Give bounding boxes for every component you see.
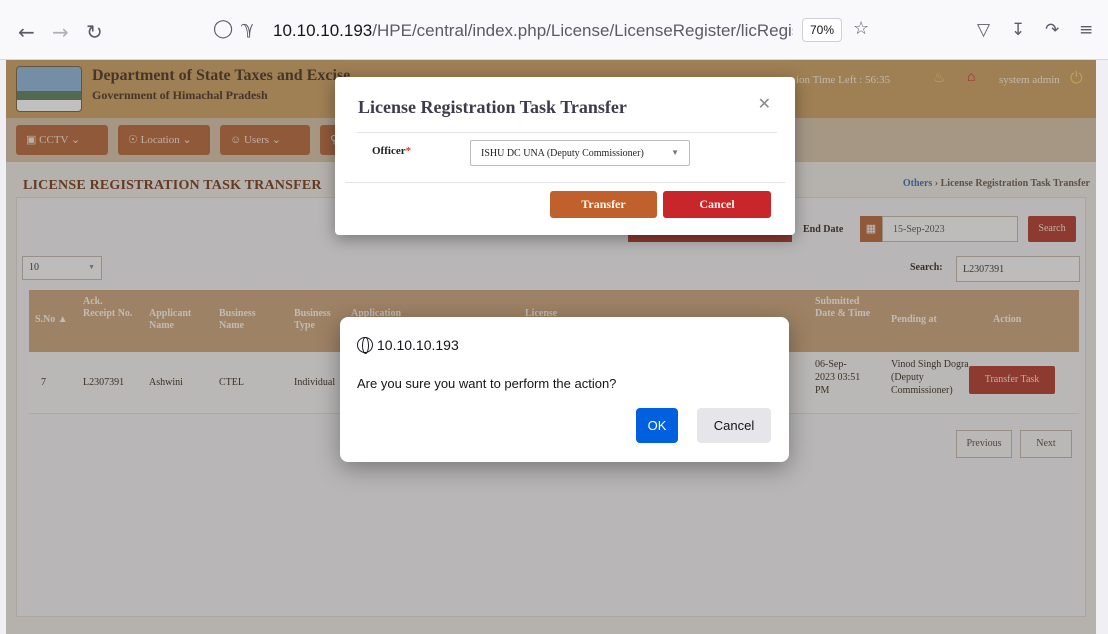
confirm-message: Are you sure you want to perform the act… — [357, 376, 617, 391]
insecure-lock-icon[interactable]: ℽ — [241, 18, 254, 39]
officer-select-value: ISHU DC UNA (Deputy Commissioner) — [481, 148, 644, 159]
close-icon[interactable]: ✕ — [758, 94, 771, 113]
modal-divider — [345, 182, 785, 183]
confirm-dialog: 10.10.10.193 Are you sure you want to pe… — [340, 317, 789, 462]
browser-toolbar: ← → ↻ ◯ ℽ 10.10.10.193/HPE/central/index… — [0, 0, 1108, 60]
reload-icon[interactable]: ↻ — [86, 20, 103, 44]
modal-cancel-button[interactable]: Cancel — [663, 191, 771, 218]
menu-icon[interactable]: ≡ — [1079, 20, 1093, 40]
url-host: 10.10.10.193 — [273, 21, 373, 40]
task-transfer-modal: License Registration Task Transfer ✕ Off… — [335, 77, 795, 235]
address-bar[interactable]: ◯ ℽ 10.10.10.193/HPE/central/index.php/L… — [205, 14, 885, 48]
officer-label: Officer* — [372, 145, 411, 157]
zoom-level[interactable]: 70% — [802, 18, 842, 42]
bookmark-star-icon[interactable]: ☆ — [853, 18, 869, 39]
chevron-down-icon: ▼ — [671, 148, 679, 157]
url-path: /HPE/central/index.php/License/LicenseRe… — [372, 21, 793, 40]
modal-divider — [357, 132, 777, 133]
extensions-icon[interactable]: ↷ — [1045, 20, 1059, 40]
required-marker: * — [405, 145, 412, 157]
modal-title: License Registration Task Transfer — [358, 97, 627, 117]
confirm-cancel-button[interactable]: Cancel — [697, 408, 771, 443]
pocket-icon[interactable]: ▽ — [977, 20, 990, 40]
shield-icon[interactable]: ◯ — [213, 18, 233, 39]
back-icon[interactable]: ← — [18, 20, 35, 44]
officer-label-text: Officer — [372, 145, 406, 157]
transfer-button[interactable]: Transfer — [550, 191, 657, 218]
url-text[interactable]: 10.10.10.193/HPE/central/index.php/Licen… — [273, 21, 793, 41]
downloads-icon[interactable]: ↧ — [1011, 20, 1025, 40]
forward-icon[interactable]: → — [52, 20, 69, 44]
globe-icon — [357, 337, 373, 354]
confirm-origin-text: 10.10.10.193 — [377, 337, 459, 353]
confirm-origin: 10.10.10.193 — [357, 337, 459, 354]
ok-button[interactable]: OK — [636, 408, 678, 443]
officer-select[interactable]: ISHU DC UNA (Deputy Commissioner) ▼ — [470, 140, 690, 166]
